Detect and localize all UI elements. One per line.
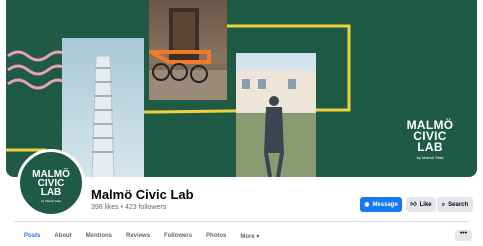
tab-more[interactable]: More ▾ xyxy=(240,233,259,240)
cover-photo[interactable]: MALMÖ CIVIC LAB by Malmö Stad xyxy=(6,0,477,177)
page-stats[interactable]: 396 likes • 423 followers xyxy=(91,204,166,211)
page-tabs: Posts About Mentions Reviews Followers P… xyxy=(24,233,273,240)
like-button[interactable]: 👍︎ Like xyxy=(406,197,436,212)
thumbs-up-icon: 👍︎ xyxy=(410,201,417,208)
message-button[interactable]: ◉ Message xyxy=(360,197,402,212)
facebook-page: MALMÖ CIVIC LAB by Malmö Stad MALMÖ CIVI… xyxy=(0,0,483,246)
tab-posts[interactable]: Posts xyxy=(24,233,40,240)
avatar[interactable]: MALMÖ CIVIC LAB by Malmö Stad xyxy=(17,149,85,217)
search-button[interactable]: ⌕ Search xyxy=(437,197,473,212)
more-options-button[interactable]: ••• xyxy=(455,230,472,241)
search-icon: ⌕ xyxy=(441,201,446,208)
divider xyxy=(14,221,469,222)
tab-followers[interactable]: Followers xyxy=(164,233,192,240)
messenger-icon: ◉ xyxy=(364,201,370,208)
tab-about[interactable]: About xyxy=(54,233,71,240)
tab-mentions[interactable]: Mentions xyxy=(86,233,112,240)
tab-photos[interactable]: Photos xyxy=(206,233,226,240)
bicycles-photo xyxy=(149,0,227,100)
cover-logo: MALMÖ CIVIC LAB by Malmö Stad xyxy=(406,118,454,160)
tab-reviews[interactable]: Reviews xyxy=(126,233,150,240)
page-title: Malmö Civic Lab xyxy=(91,187,194,202)
statue-photo xyxy=(236,53,316,177)
